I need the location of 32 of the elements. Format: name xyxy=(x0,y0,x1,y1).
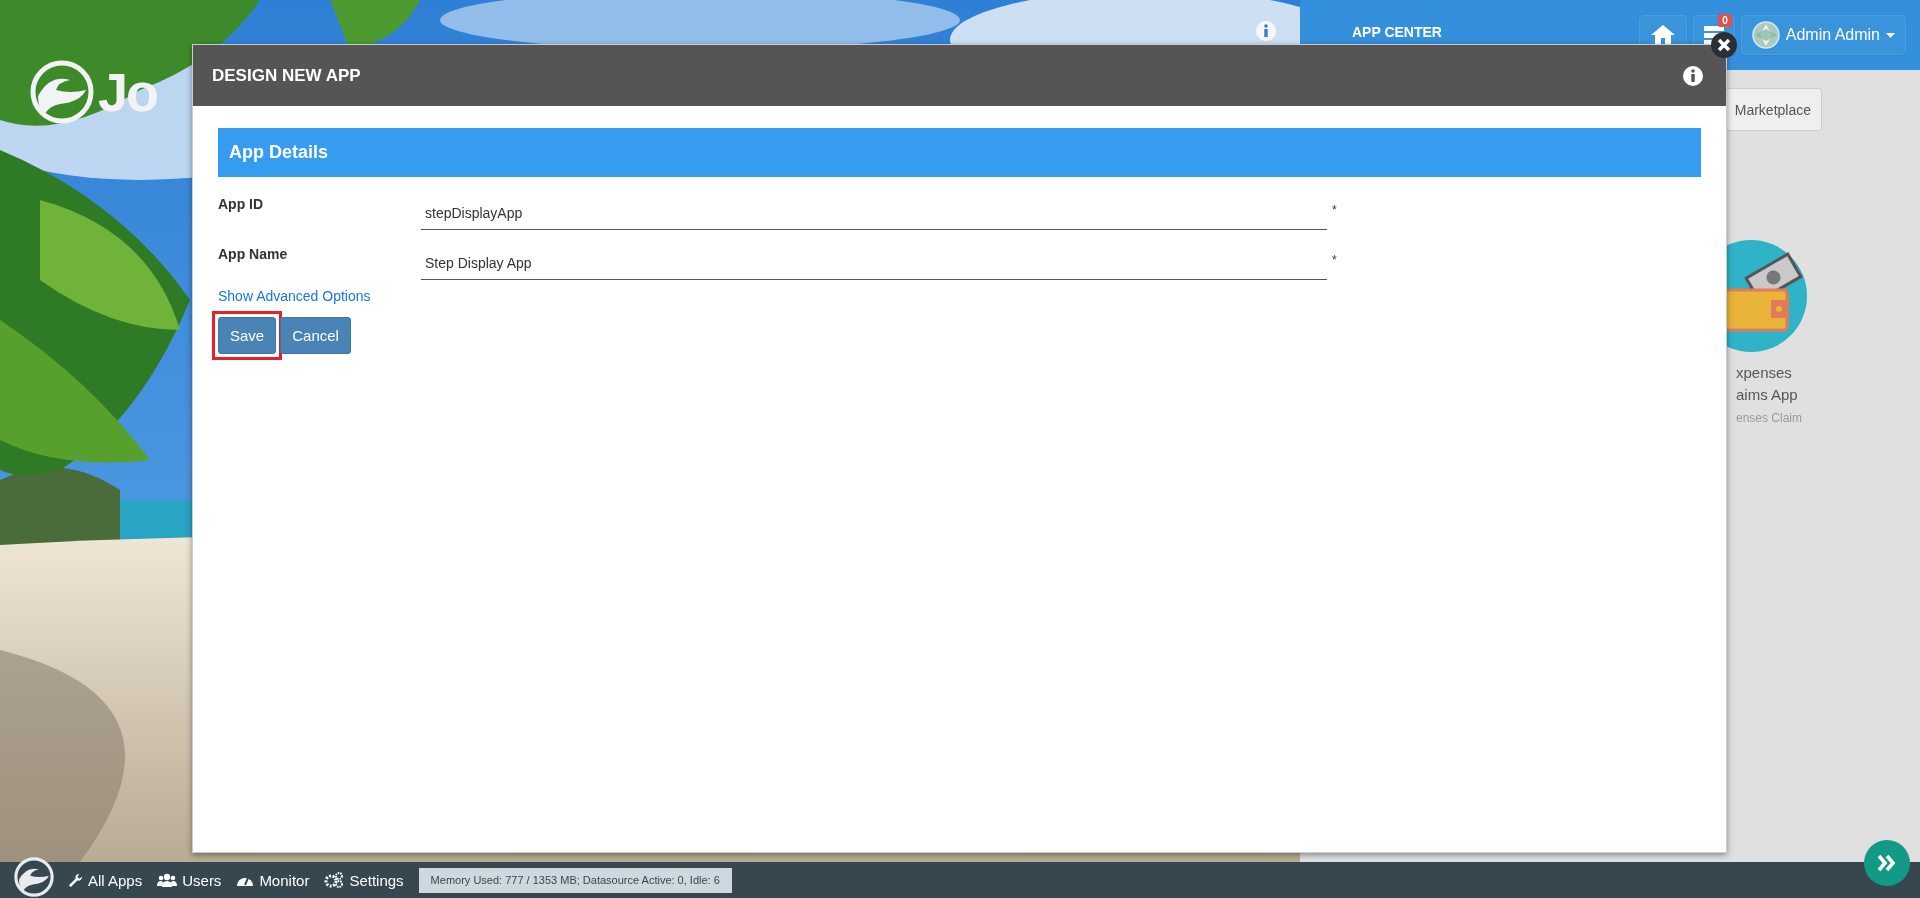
notification-badge: 0 xyxy=(1718,14,1732,27)
info-icon[interactable] xyxy=(1255,20,1277,42)
app-title: APP CENTER xyxy=(1352,24,1443,40)
save-button[interactable]: Save xyxy=(218,317,277,354)
settings-link[interactable]: Settings xyxy=(324,871,404,889)
users-link[interactable]: Users xyxy=(157,871,222,889)
field-label: App ID xyxy=(218,195,265,212)
gears-icon xyxy=(324,872,345,888)
section-header: App Details xyxy=(218,128,1701,177)
logo-icon xyxy=(30,60,94,124)
field-label: App Name xyxy=(218,245,289,262)
avatar-icon xyxy=(1751,21,1780,49)
wrench-icon xyxy=(68,872,83,888)
text-field[interactable]: stepDisplayApp xyxy=(421,201,1327,230)
required-mark: * xyxy=(1332,253,1337,267)
close-icon[interactable] xyxy=(1710,31,1738,59)
advanced-options-link[interactable]: Show Advanced Options xyxy=(218,288,371,304)
info-icon[interactable] xyxy=(1682,64,1704,87)
app-description: enses Claim xyxy=(1736,411,1803,425)
users-icon xyxy=(157,873,178,887)
logo-icon[interactable] xyxy=(14,857,54,897)
text-field[interactable]: Step Display App xyxy=(421,251,1327,280)
app-name: xpenses xyxy=(1736,363,1793,383)
dialog-title: DESIGN NEW APP xyxy=(212,65,361,86)
all-apps-link[interactable]: All Apps xyxy=(68,871,143,889)
monitor-link[interactable]: Monitor xyxy=(236,871,310,889)
caret-icon xyxy=(1886,32,1895,38)
required-mark: * xyxy=(1332,203,1337,217)
cancel-button[interactable]: Cancel xyxy=(280,317,351,354)
status-bar: Memory Used: 777 / 1353 MB; Datasource Active: 0, Idle: 6 xyxy=(418,867,732,893)
app-name: aims App xyxy=(1736,385,1798,405)
expand-button[interactable] xyxy=(1863,839,1911,887)
